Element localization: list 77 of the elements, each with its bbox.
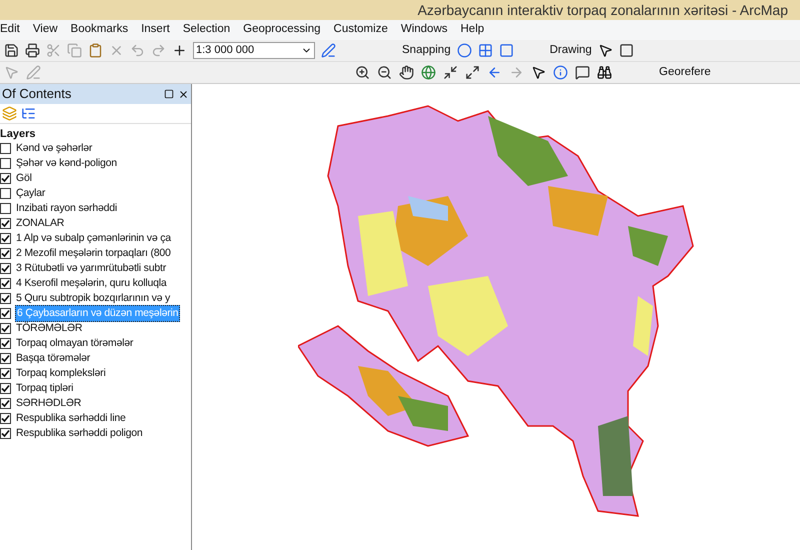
layer-item[interactable]: Respublika sərhəddi line <box>15 410 127 426</box>
menu-item[interactable]: Selection <box>182 21 230 39</box>
scale-field[interactable]: 1:3 000 000 <box>193 42 315 59</box>
window-title: Azərbaycanın interaktiv torpaq zonalarının xəritəsi - ArcMap <box>418 0 788 20</box>
back-icon[interactable] <box>487 65 502 80</box>
checkbox[interactable] <box>0 143 11 154</box>
layer-item[interactable]: Torpaq olmayan törəmələr <box>15 336 134 352</box>
circle-icon[interactable] <box>456 43 472 58</box>
layer-item[interactable]: ZONALAR <box>15 216 66 232</box>
layer-item[interactable]: Kənd və şəhərlər <box>15 140 94 156</box>
checkbox[interactable] <box>0 233 11 244</box>
globe-icon[interactable] <box>421 65 436 80</box>
layer-item[interactable]: SƏRHƏDLƏR <box>15 396 82 412</box>
snapping-menu[interactable]: Snapping <box>402 42 451 60</box>
close-icon[interactable] <box>178 88 189 100</box>
save-icon[interactable] <box>4 43 19 58</box>
checkbox[interactable] <box>0 308 11 319</box>
checkbox[interactable] <box>0 368 11 379</box>
checkbox[interactable] <box>0 353 11 364</box>
drawing-menu[interactable]: Drawing <box>550 42 592 60</box>
add-data-icon[interactable] <box>172 43 187 58</box>
menu-item[interactable]: Insert <box>141 21 170 39</box>
message-icon[interactable] <box>575 65 590 80</box>
rectangle-icon[interactable] <box>618 43 634 58</box>
square-icon[interactable] <box>498 43 514 58</box>
paste-icon[interactable] <box>88 43 103 58</box>
checkbox[interactable] <box>0 323 11 334</box>
checkbox[interactable] <box>0 293 11 304</box>
checkbox[interactable] <box>0 263 11 274</box>
layer-item[interactable]: 3 Rütubətli və yarımrütubətli subtr <box>15 260 167 276</box>
layer-item[interactable]: Başqa törəmələr <box>15 350 92 366</box>
layer-item[interactable]: Göl <box>15 170 33 186</box>
checkbox[interactable] <box>0 278 11 289</box>
layer-item[interactable]: Torpaq kompleksləri <box>15 366 107 382</box>
zoom-out-icon[interactable] <box>377 65 392 80</box>
checkbox[interactable] <box>0 158 11 169</box>
layer-item[interactable]: Respublika sərhəddi poligon <box>15 426 144 442</box>
layer-item[interactable]: Çaylar <box>15 186 46 202</box>
georeferencing-menu[interactable]: Georefere <box>659 64 711 82</box>
layer-item[interactable]: 5 Quru subtropik bozqırlarının və y <box>15 290 172 306</box>
menu-item[interactable]: Windows <box>400 21 448 39</box>
checkbox[interactable] <box>0 383 11 394</box>
list-icon[interactable] <box>21 106 36 121</box>
pan-icon[interactable] <box>399 65 414 80</box>
grid-icon[interactable] <box>478 43 493 58</box>
menu-item[interactable]: Bookmarks <box>70 21 128 39</box>
float-icon[interactable] <box>164 89 174 99</box>
info-icon[interactable] <box>553 65 568 80</box>
pointer-icon[interactable] <box>598 43 613 58</box>
layer-item[interactable]: 1 Alp və subalp çəmənlərinin və ça <box>15 230 172 246</box>
binoculars-icon[interactable] <box>597 65 612 80</box>
checkbox[interactable] <box>0 188 11 199</box>
checkbox[interactable] <box>0 173 11 184</box>
editor-icon[interactable] <box>321 43 336 58</box>
menu-item[interactable]: View <box>32 21 58 39</box>
menu-item[interactable]: Geoprocessing <box>243 21 321 39</box>
menu-item[interactable]: Customize <box>334 21 388 39</box>
checkbox[interactable] <box>0 338 11 349</box>
panel-title: Of Contents <box>2 85 72 104</box>
layers-root[interactable]: Layers <box>0 126 191 141</box>
checkbox[interactable] <box>0 218 11 229</box>
layer-item[interactable]: 4 Kserofil meşələrin, quru kolluqla <box>15 276 168 292</box>
menu-item[interactable]: Edit <box>0 21 20 39</box>
layer-item[interactable]: Torpaq tipləri <box>15 380 74 396</box>
checkbox[interactable] <box>0 203 11 214</box>
checkbox[interactable] <box>0 248 11 259</box>
layer-item[interactable]: 2 Mezofil meşələrin torpaqları (800 <box>15 246 172 262</box>
checkbox[interactable] <box>0 413 11 424</box>
menu-item[interactable]: Help <box>460 21 484 39</box>
checkbox[interactable] <box>0 428 11 439</box>
layer-item[interactable]: TÖRƏMƏLƏR <box>15 320 84 336</box>
layer-item[interactable]: Şəhər və kənd-poligon <box>15 156 118 172</box>
print-icon[interactable] <box>25 43 40 58</box>
select-icon[interactable] <box>531 65 546 80</box>
checkbox[interactable] <box>0 398 11 409</box>
zoom-in-icon[interactable] <box>355 65 370 80</box>
layer-item[interactable]: Inzibati rayon sərhəddi <box>15 200 118 216</box>
